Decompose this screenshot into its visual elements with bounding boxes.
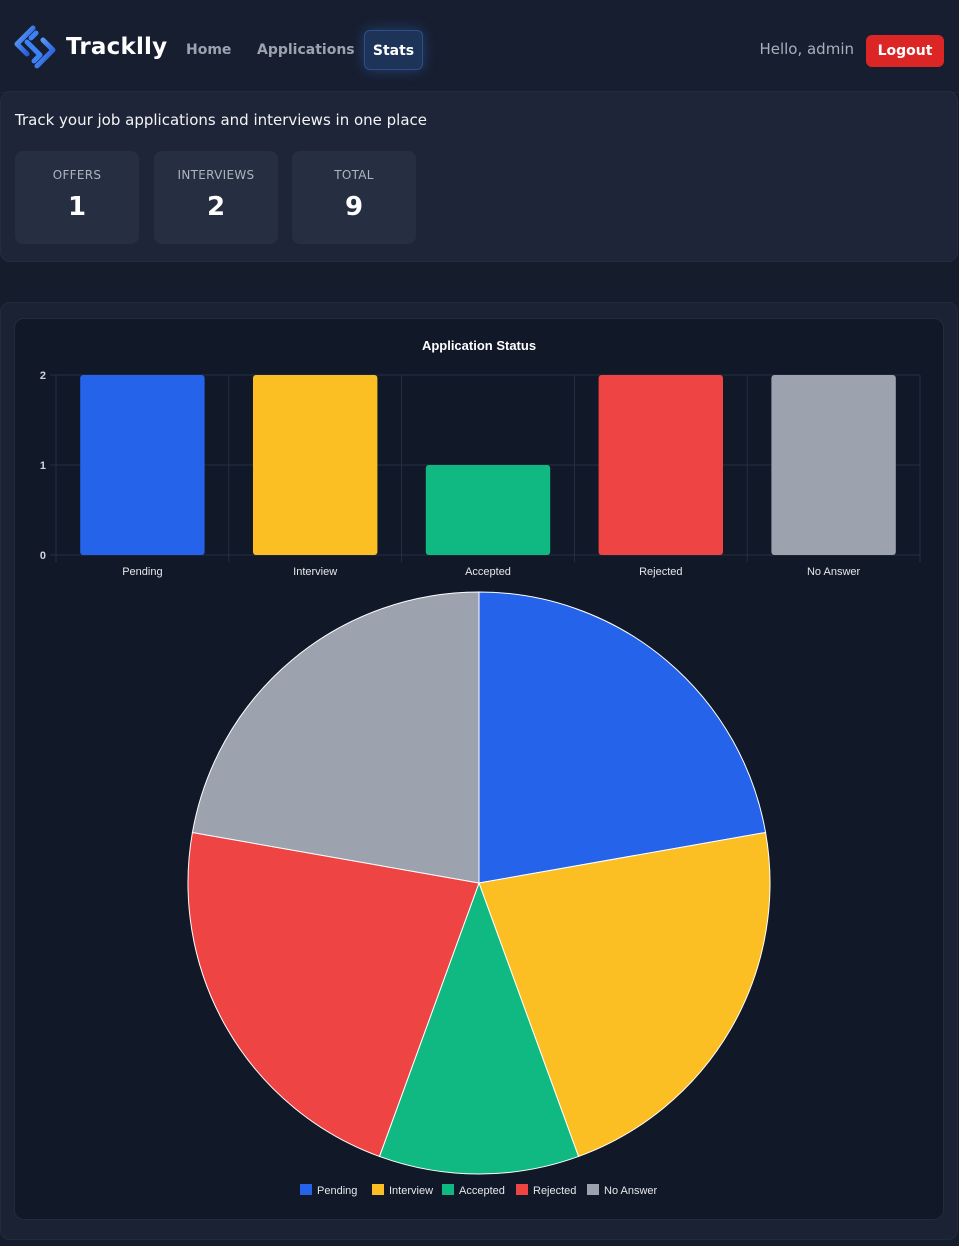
stat-value: 2 [206,192,226,222]
pie-slice-pending [478,591,767,884]
stat-card-offers: OFFERS 1 [15,151,139,244]
tagline: Track your job applications and intervie… [15,111,428,129]
legend-swatch [516,1184,528,1195]
bar-interview [252,375,378,555]
nav-applications-link[interactable]: Applications [247,30,365,70]
brand-logo-link[interactable]: Tracklly [12,24,167,70]
logout-button[interactable]: Logout [866,35,944,67]
x-tick-label: Accepted [465,566,511,578]
stat-card-interviews: INTERVIEWS 2 [154,151,278,244]
x-tick-label: No Answer [807,566,861,578]
legend-swatch [372,1184,384,1195]
stat-value: 9 [344,192,364,222]
legend-swatch [442,1184,454,1195]
legend-label: No Answer [604,1185,658,1197]
stat-card-total: TOTAL 9 [292,151,416,244]
diamond-chain-logo-icon [14,25,56,69]
stat-value: 1 [67,192,87,222]
legend-label: Rejected [533,1185,576,1197]
y-tick-label: 2 [40,370,46,382]
bar-accepted [425,465,551,555]
legend-swatch [587,1184,599,1195]
top-navbar: Tracklly Home Applications Stats Hello, … [0,0,959,93]
legend-swatch [300,1184,312,1195]
status-charts: Application Status 0 1 2 Pending Interview Acc… [40,338,921,1197]
pie-slice-no-answer [191,591,480,884]
legend-label: Interview [389,1185,433,1197]
x-tick-label: Rejected [639,566,682,578]
nav-home-link[interactable]: Home [176,30,241,70]
bar-no-answer [771,375,896,555]
y-tick-label: 0 [40,550,46,562]
brand-name: Tracklly [66,34,168,60]
stat-label: OFFERS [52,168,102,182]
summary-section: Track your job applications and intervie… [0,91,958,262]
legend-label: Accepted [459,1185,505,1197]
legend-label: Pending [317,1185,357,1197]
stat-label: INTERVIEWS [177,168,255,182]
nav-stats-link[interactable]: Stats [364,30,423,70]
stat-label: TOTAL [334,168,374,182]
bar-rejected [598,375,724,555]
y-tick-label: 1 [40,460,46,472]
x-tick-label: Interview [293,566,337,578]
bar-pending [80,375,205,555]
user-greeting: Hello, admin [759,40,854,58]
chart-title: Application Status [422,338,536,353]
x-tick-label: Pending [122,566,162,578]
